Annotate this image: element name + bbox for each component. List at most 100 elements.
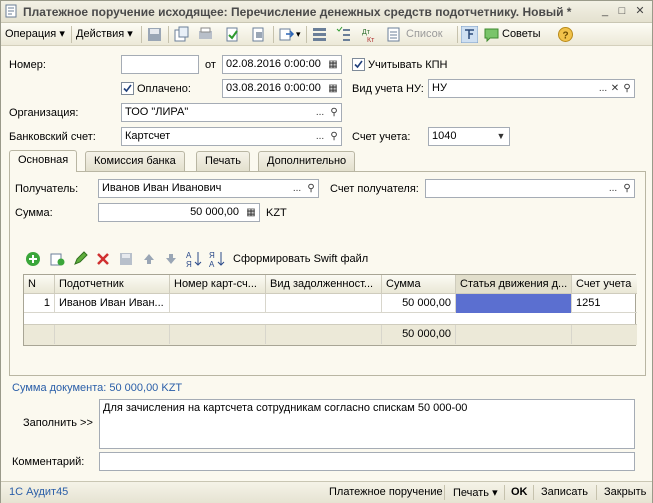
unpost-document-icon[interactable] (250, 26, 267, 43)
calculator-icon[interactable]: ▦ (244, 204, 258, 221)
enter-on-basis-icon[interactable] (278, 26, 295, 43)
select-button[interactable]: ... (606, 180, 620, 197)
debt-type-cell[interactable] (266, 294, 382, 313)
search-icon[interactable]: ⚲ (327, 104, 341, 121)
total-sum: 50 000,00 (382, 325, 456, 344)
move-up-icon[interactable] (141, 251, 157, 267)
table-total-row: 50 000,00 (24, 324, 637, 345)
settings-list-icon[interactable] (335, 26, 352, 43)
close-icon[interactable]: ✕ (633, 4, 647, 18)
purpose-textarea[interactable]: Для зачисления на картсчета сотрудникам … (99, 399, 635, 449)
column-header[interactable]: N (24, 275, 55, 294)
save-button[interactable]: Записать (541, 486, 588, 498)
maximize-icon[interactable]: □ (615, 4, 629, 18)
kpn-label: Учитывать КПН (368, 59, 448, 71)
sort-asc-icon[interactable]: АЯ (186, 250, 203, 268)
number-field[interactable] (121, 55, 199, 74)
kpn-checkbox[interactable] (352, 58, 365, 71)
column-header[interactable]: Счет учета (572, 275, 637, 294)
number-label: Номер: (9, 59, 46, 71)
tab-bank-commission[interactable]: Комиссия банка (85, 151, 185, 171)
journal-icon[interactable] (385, 26, 402, 43)
search-icon[interactable]: ⚲ (304, 180, 318, 197)
card-cell[interactable] (170, 294, 266, 313)
recipient-field[interactable]: Иванов Иван Иванович ... ⚲ (98, 179, 319, 198)
end-edit-icon[interactable] (118, 251, 134, 267)
column-header[interactable]: Номер карт-сч... (170, 275, 266, 294)
help-icon[interactable]: ? (557, 26, 574, 43)
column-header[interactable]: Подотчетник (55, 275, 170, 294)
app-name: 1С Аудит45 (9, 486, 69, 498)
table-row[interactable]: 1 Иванов Иван Иван... 50 000,00 1251 (24, 294, 637, 313)
org-label: Организация: (9, 107, 79, 119)
paid-checkbox[interactable] (121, 82, 134, 95)
column-header[interactable]: Статья движения д... (456, 275, 572, 294)
tab-main[interactable]: Основная (9, 150, 78, 172)
comment-field[interactable] (99, 452, 635, 471)
payment-order-button[interactable]: Платежное поручение (329, 486, 443, 498)
fill-button[interactable]: Заполнить >> (23, 417, 93, 429)
search-icon[interactable]: ⚲ (620, 80, 634, 97)
save-icon[interactable] (146, 26, 163, 43)
list-button[interactable]: Список (406, 26, 443, 43)
svg-text:Я: Я (186, 260, 192, 268)
add-row-icon[interactable] (25, 251, 41, 267)
close-button[interactable]: Закрыть (604, 486, 646, 498)
amount-label: Сумма: (15, 207, 53, 219)
copy-row-icon[interactable] (49, 251, 65, 267)
person-cell[interactable]: Иванов Иван Иван... (55, 294, 170, 313)
dt-kt-icon[interactable]: ДтКт (361, 26, 378, 43)
account-cell[interactable]: 1251 (572, 294, 637, 313)
structure-icon[interactable] (311, 26, 328, 43)
paid-date-field[interactable]: 03.08.2016 0:00:00 ▦ (222, 79, 342, 98)
tips-icon[interactable] (483, 26, 500, 43)
window-title: Платежное поручение исходящее: Перечисле… (23, 5, 572, 19)
calendar-icon[interactable]: ▦ (326, 56, 340, 73)
swift-file-button[interactable]: Сформировать Swift файл (233, 253, 368, 265)
sort-desc-icon[interactable]: ЯА (209, 250, 226, 268)
row-number: 1 (24, 294, 55, 313)
date-field[interactable]: 02.08.2016 0:00:00 ▦ (222, 55, 342, 74)
document-icon (5, 4, 17, 18)
chevron-down-icon[interactable]: ▼ (494, 128, 508, 145)
search-icon[interactable]: ⚲ (620, 180, 634, 197)
actions-menu[interactable]: Действия ▾ (76, 26, 133, 43)
select-button[interactable]: ... (290, 180, 304, 197)
tab-print[interactable]: Печать (196, 151, 251, 171)
calendar-icon[interactable]: ▦ (326, 80, 340, 97)
ok-button[interactable]: OK (511, 486, 528, 498)
print-menu[interactable]: Печать ▾ (453, 486, 498, 499)
print-preview-icon[interactable] (197, 26, 214, 43)
delete-row-icon[interactable] (95, 251, 111, 267)
org-field[interactable]: ТОО "ЛИРА" ... ⚲ (121, 103, 342, 122)
tips-button[interactable]: Советы (502, 26, 540, 43)
employees-table: N Подотчетник Номер карт-сч... Вид задол… (23, 274, 637, 346)
tab-additional[interactable]: Дополнительно (258, 151, 356, 171)
enter-on-basis-dropdown[interactable]: ▾ (296, 26, 301, 43)
sum-cell[interactable]: 50 000,00 (382, 294, 456, 313)
svg-text:А: А (186, 251, 192, 260)
svg-text:Кт: Кт (367, 37, 375, 43)
minimize-icon[interactable]: _ (598, 4, 612, 18)
amount-field[interactable]: 50 000,00 ▦ (98, 203, 260, 222)
from-label: от (205, 59, 216, 71)
title-bar: Платежное поручение исходящее: Перечисле… (1, 1, 652, 23)
recipient-account-field[interactable]: ... ⚲ (425, 179, 635, 198)
move-down-icon[interactable] (163, 251, 179, 267)
article-cell[interactable] (456, 294, 572, 313)
edit-row-icon[interactable] (72, 251, 88, 267)
svg-text:А: А (209, 260, 215, 268)
operation-menu[interactable]: Операция ▾ (5, 26, 65, 43)
hierarchy-filter-icon[interactable] (461, 26, 478, 43)
bank-account-field[interactable]: Картсчет ... ⚲ (121, 127, 342, 146)
post-document-icon[interactable] (224, 26, 241, 43)
svg-text:?: ? (563, 31, 569, 42)
search-icon[interactable]: ⚲ (327, 128, 341, 145)
copy-icon[interactable] (173, 26, 190, 43)
column-header[interactable]: Сумма (382, 275, 456, 294)
select-button[interactable]: ... (313, 104, 327, 121)
account-select[interactable]: 1040 ▼ (428, 127, 510, 146)
nu-type-field[interactable]: НУ ... ✕ ⚲ (428, 79, 635, 98)
column-header[interactable]: Вид задолженност... (266, 275, 382, 294)
select-button[interactable]: ... (313, 128, 327, 145)
